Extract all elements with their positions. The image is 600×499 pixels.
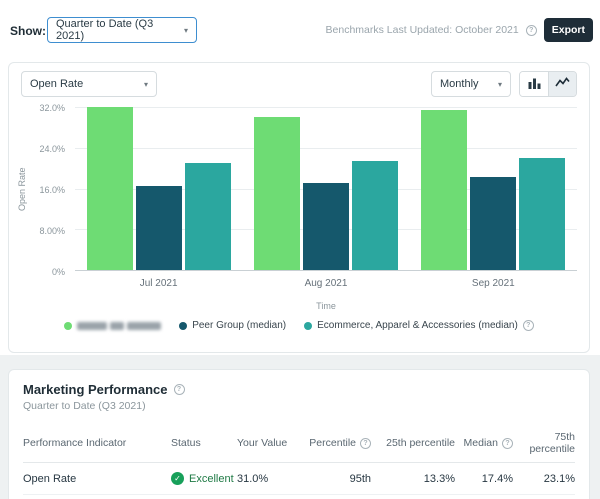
topbar-right: Benchmarks Last Updated: October 2021 ? … bbox=[326, 17, 593, 43]
line-chart-toggle-button[interactable] bbox=[548, 72, 576, 96]
redacted-label bbox=[77, 321, 162, 330]
column-header-label: 25th percentile bbox=[386, 437, 455, 449]
median-cell: 17.4% bbox=[481, 472, 513, 485]
chart-controls: Monthly ▾ bbox=[431, 71, 577, 97]
y-tick-label: 16.0% bbox=[39, 185, 65, 195]
metric-select-value: Open Rate bbox=[30, 78, 84, 90]
bar-group bbox=[242, 107, 409, 270]
chevron-down-icon: ▾ bbox=[183, 25, 188, 35]
status-cell: ✓ Excellent bbox=[171, 472, 237, 485]
info-icon[interactable]: ? bbox=[360, 437, 371, 449]
column-header: 25th percentile bbox=[371, 437, 455, 449]
granularity-select[interactable]: Monthly ▾ bbox=[431, 71, 511, 97]
bar[interactable] bbox=[302, 183, 349, 270]
p75-cell: 23.1% bbox=[543, 472, 575, 485]
legend-label: Peer Group (median) bbox=[192, 320, 287, 331]
benchmark-chart-card: Open Rate ▾ Monthly ▾ Open Rate 32.0% 24… bbox=[8, 62, 590, 353]
column-header-label: Percentile bbox=[309, 437, 356, 449]
x-axis-labels: Jul 2021 Aug 2021 Sep 2021 bbox=[75, 278, 577, 289]
y-tick-label: 24.0% bbox=[39, 144, 65, 154]
table-row: Open Rate ✓ Excellent 31.0% 95th 13.3% 17.4% 23… bbox=[23, 463, 575, 495]
metric-select[interactable]: Open Rate ▾ bbox=[21, 71, 157, 97]
column-header: Status bbox=[171, 437, 237, 449]
topbar: Show: Quarter to Date (Q3 2021) ▾ Benchm… bbox=[0, 0, 600, 60]
redacted-segment bbox=[77, 321, 108, 330]
legend-item: Ecommerce, Apparel & Accessories (median… bbox=[304, 320, 534, 331]
chart-type-toggle bbox=[519, 71, 577, 97]
card-title: Marketing Performance bbox=[23, 382, 168, 397]
bar[interactable] bbox=[519, 158, 566, 270]
performance-table-body: Open Rate ✓ Excellent 31.0% 95th 13.3% 17.4% 23… bbox=[23, 463, 575, 499]
bar-chart-icon bbox=[528, 76, 541, 92]
x-axis-title: Time bbox=[316, 301, 336, 311]
export-button[interactable]: Export bbox=[543, 18, 593, 42]
benchmarks-updated-note: Benchmarks Last Updated: October 2021 bbox=[325, 24, 519, 36]
line-chart-icon bbox=[555, 76, 570, 92]
column-header: 75th percentile bbox=[513, 431, 575, 455]
show-label: Show: bbox=[10, 24, 46, 38]
legend-item: Peer Group (median) bbox=[179, 320, 286, 331]
legend-item bbox=[64, 321, 162, 330]
x-axis-label: Jul 2021 bbox=[139, 278, 178, 289]
column-header: Performance Indicator bbox=[23, 437, 171, 449]
performance-table-header: Performance Indicator Status Your Value Per… bbox=[23, 424, 575, 463]
bar[interactable] bbox=[135, 186, 182, 270]
info-icon[interactable]: ? bbox=[522, 320, 534, 331]
your-value-cell: 31.0% bbox=[237, 472, 269, 485]
check-circle-icon: ✓ bbox=[171, 472, 184, 485]
column-header-label: Status bbox=[171, 437, 201, 449]
card-title-row: Marketing Performance ? bbox=[23, 382, 575, 397]
bar[interactable] bbox=[470, 176, 517, 270]
column-header-label: Median bbox=[463, 437, 498, 449]
column-header: Median? bbox=[455, 437, 513, 449]
plot-area bbox=[75, 107, 577, 271]
p25-cell: 13.3% bbox=[423, 472, 455, 485]
bar-chart-toggle-button[interactable] bbox=[520, 72, 548, 96]
chart-legend: Peer Group (median) Ecommerce, Apparel & … bbox=[9, 320, 589, 331]
info-icon[interactable]: ? bbox=[525, 24, 537, 36]
column-header: Percentile? bbox=[299, 437, 371, 449]
column-header: Your Value bbox=[237, 437, 299, 449]
info-icon[interactable]: ? bbox=[502, 437, 513, 449]
period-select-value: Quarter to Date (Q3 2021) bbox=[56, 18, 154, 42]
y-tick-label: 0% bbox=[51, 267, 65, 277]
status-label: Excellent bbox=[189, 472, 234, 485]
legend-dot bbox=[179, 321, 188, 330]
granularity-select-value: Monthly bbox=[440, 78, 479, 90]
y-tick-labels: 32.0% 24.0% 16.0% 8.00% 0% bbox=[9, 103, 65, 277]
column-header-label: Performance Indicator bbox=[23, 437, 127, 449]
legend-dot bbox=[64, 321, 73, 330]
legend-dot bbox=[304, 321, 313, 330]
period-select[interactable]: Quarter to Date (Q3 2021) ▾ bbox=[47, 17, 197, 43]
bar[interactable] bbox=[184, 163, 231, 270]
chevron-down-icon: ▾ bbox=[497, 79, 502, 89]
chevron-down-icon: ▾ bbox=[143, 79, 148, 89]
marketing-performance-card: Marketing Performance ? Quarter to Date … bbox=[8, 369, 590, 499]
redacted-segment bbox=[127, 321, 162, 330]
y-tick-label: 32.0% bbox=[39, 103, 65, 113]
bar[interactable] bbox=[351, 161, 398, 270]
bar[interactable] bbox=[86, 107, 133, 270]
redacted-segment bbox=[110, 321, 125, 330]
benchmarks-dashboard: Show: Quarter to Date (Q3 2021) ▾ Benchm… bbox=[0, 0, 600, 499]
info-icon[interactable]: ? bbox=[173, 384, 185, 395]
x-axis-label: Sep 2021 bbox=[471, 278, 515, 289]
indicator-cell: Open Rate bbox=[23, 472, 77, 485]
percentile-cell: 95th bbox=[349, 472, 371, 485]
bar-group bbox=[75, 107, 242, 270]
x-axis-label: Aug 2021 bbox=[304, 278, 348, 289]
bar[interactable] bbox=[253, 117, 300, 270]
legend-label: Ecommerce, Apparel & Accessories (median… bbox=[317, 320, 518, 331]
card-subtitle: Quarter to Date (Q3 2021) bbox=[23, 400, 146, 412]
table-row: Click Rate✓Excellent1.88%81st0.78%1.15%1… bbox=[23, 495, 575, 499]
page-background-band: Marketing Performance ? Quarter to Date … bbox=[0, 355, 600, 499]
column-header-label: 75th percentile bbox=[529, 431, 575, 455]
bar-group bbox=[410, 107, 577, 270]
bar[interactable] bbox=[421, 109, 468, 270]
y-tick-label: 8.00% bbox=[39, 226, 65, 236]
column-header-label: Your Value bbox=[237, 437, 288, 449]
